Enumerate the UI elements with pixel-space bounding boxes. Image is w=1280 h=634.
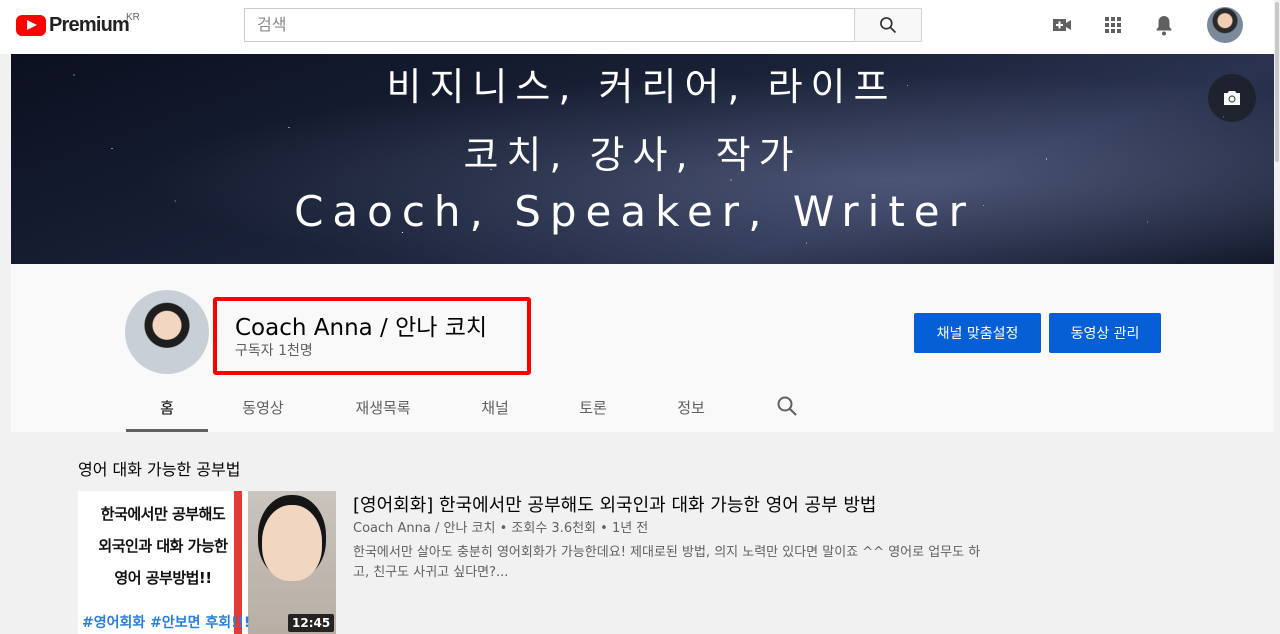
- youtube-premium-logo[interactable]: Premium: [16, 13, 130, 37]
- banner-text-line1: 비지니스, 커리어, 라이프: [386, 65, 897, 109]
- account-avatar[interactable]: [1207, 7, 1243, 43]
- channel-avatar[interactable]: [125, 290, 209, 374]
- apps-grid-icon[interactable]: [1101, 13, 1125, 37]
- video-thumbnail[interactable]: 한국에서만 공부해도 외국인과 대화 가능한 영어 공부방법!! #영어회화 #…: [78, 491, 336, 634]
- customize-channel-button[interactable]: 채널 맞춤설정: [914, 313, 1041, 353]
- camera-icon: [1224, 91, 1240, 105]
- channel-search-icon: [777, 396, 797, 416]
- thumbnail-text-line1: 한국에서만 공부해도: [100, 505, 226, 523]
- thumbnail-text-line2: 외국인과 대화 가능한: [98, 537, 228, 555]
- subscriber-count: 구독자 1천명: [235, 343, 313, 359]
- thumbnail-person: [262, 505, 322, 581]
- youtube-logo-icon: [16, 14, 46, 36]
- tab-about[interactable]: 정보: [651, 385, 731, 432]
- tab-home[interactable]: 홈: [126, 385, 208, 432]
- tab-playlists[interactable]: 재생목록: [343, 385, 423, 432]
- search-box: [244, 8, 855, 42]
- notifications-bell-icon[interactable]: [1152, 13, 1176, 37]
- channel-name: Coach Anna / 안나 코치: [235, 315, 488, 341]
- search-button[interactable]: [854, 8, 922, 42]
- thumbnail-text-line3: 영어 공부방법!!: [114, 569, 212, 587]
- tab-channels[interactable]: 채널: [455, 385, 535, 432]
- channel-search-button[interactable]: [775, 394, 799, 418]
- video-meta: Coach Anna / 안나 코치 • 조회수 3.6천회 • 1년 전: [353, 521, 649, 536]
- banner-text-line2: 코치, 강사, 작가: [463, 133, 802, 177]
- channel-banner: 비지니스, 커리어, 라이프 코치, 강사, 작가 Caoch, Speaker…: [11, 54, 1274, 264]
- manage-videos-button[interactable]: 동영상 관리: [1049, 313, 1161, 353]
- video-title[interactable]: [영어회화] 한국에서만 공부해도 외국인과 대화 가능한 영어 공부 방법: [353, 491, 877, 517]
- edit-banner-button[interactable]: [1208, 74, 1256, 122]
- banner-text-line3: Caoch, Speaker, Writer: [294, 187, 975, 236]
- country-code: KR: [126, 12, 140, 23]
- channel-header: Coach Anna / 안나 코치 구독자 1천명 채널 맞춤설정 동영상 관…: [11, 264, 1274, 432]
- tab-discussion[interactable]: 토론: [553, 385, 633, 432]
- section-title[interactable]: 영어 대화 가능한 공부법: [78, 456, 240, 480]
- create-video-icon[interactable]: [1050, 13, 1074, 37]
- search-icon: [880, 17, 897, 34]
- video-description: 한국에서만 살아도 충분히 영어회화가 가능한데요! 제대로된 방법, 의지 노…: [353, 545, 981, 580]
- thumbnail-hashtags: #영어회화 #안보면 후회!!!: [82, 615, 251, 631]
- logo-text: Premium: [49, 13, 130, 36]
- masthead: Premium KR: [0, 0, 1280, 54]
- search-input[interactable]: [245, 9, 847, 39]
- tab-videos[interactable]: 동영상: [223, 385, 303, 432]
- video-duration: 12:45: [288, 614, 335, 632]
- scrollbar-thumb[interactable]: [1275, 2, 1279, 162]
